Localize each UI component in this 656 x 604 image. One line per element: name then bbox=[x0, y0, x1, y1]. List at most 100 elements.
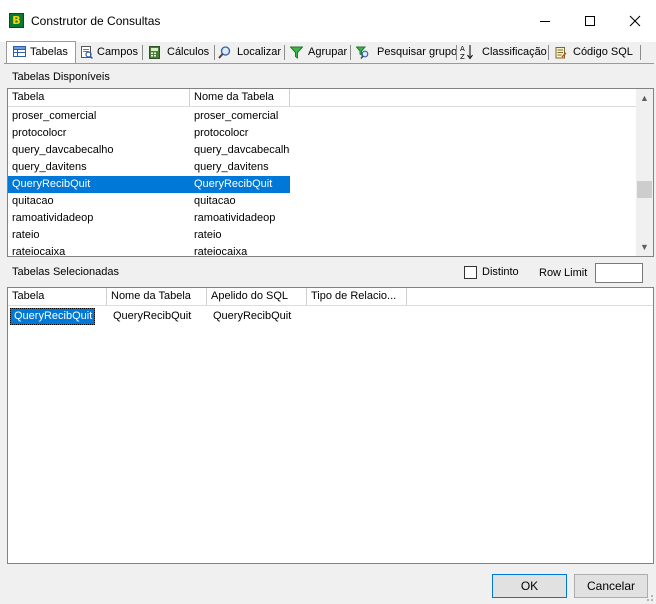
selected-tables-grid[interactable]: Tabela Nome da Tabela Apelido do SQL Tip… bbox=[7, 287, 654, 564]
column-header-tabela[interactable]: Tabela bbox=[8, 89, 190, 106]
scroll-down-icon[interactable]: ▼ bbox=[636, 239, 653, 256]
table-row[interactable]: rateiocaixa rateiocaixa bbox=[8, 244, 637, 257]
tab-campos[interactable]: Campos bbox=[80, 42, 142, 63]
resize-grip-icon[interactable] bbox=[642, 590, 654, 602]
table-icon bbox=[13, 46, 26, 57]
query-builder-window: B Construtor de Consultas Tabelas Campos… bbox=[0, 0, 656, 604]
tab-label: Agrupar bbox=[308, 46, 348, 58]
tab-label: Código SQL bbox=[573, 46, 633, 58]
table-row[interactable]: quitacao quitacao bbox=[8, 193, 637, 210]
cell-tabela: query_davcabecalho bbox=[12, 144, 114, 156]
tab-separator bbox=[548, 45, 549, 60]
tab-separator bbox=[350, 45, 351, 60]
cell-nome-tabela: protocolocr bbox=[194, 127, 249, 139]
tab-pesquisar-grupo[interactable]: Pesquisar grupo bbox=[356, 42, 458, 63]
tab-agrupar[interactable]: Agrupar bbox=[290, 42, 350, 63]
distinct-checkbox[interactable] bbox=[464, 266, 477, 279]
tab-separator bbox=[640, 45, 641, 60]
column-header-nome-tabela[interactable]: Nome da Tabela bbox=[190, 89, 290, 106]
tab-classificacao[interactable]: A Z Classificação bbox=[460, 42, 548, 63]
cell-nome-tabela: query_davitens bbox=[194, 161, 269, 173]
cell-tabela: rateio bbox=[12, 229, 40, 241]
fields-icon bbox=[81, 46, 93, 59]
table-row[interactable]: query_davitens query_davitens bbox=[8, 159, 637, 176]
table-row[interactable]: rateio rateio bbox=[8, 227, 637, 244]
search-group-icon bbox=[356, 46, 369, 59]
scroll-up-icon[interactable]: ▲ bbox=[636, 90, 653, 107]
calculator-icon bbox=[149, 46, 160, 59]
table-row[interactable]: proser_comercial proser_comercial bbox=[8, 108, 637, 125]
cell-nome-tabela: rateio bbox=[194, 229, 222, 241]
tab-calculos[interactable]: Cálculos bbox=[148, 42, 214, 63]
sort-az-icon: A Z bbox=[460, 45, 473, 60]
column-header-tabela[interactable]: Tabela bbox=[8, 288, 107, 305]
cell-apelido-sql: QueryRecibQuit bbox=[213, 310, 292, 322]
distinct-label: Distinto bbox=[482, 266, 519, 278]
ok-button[interactable]: OK bbox=[492, 574, 567, 598]
available-grid-header: Tabela Nome da Tabela bbox=[8, 89, 637, 107]
cell-tipo-relacionamento bbox=[309, 308, 407, 325]
minimize-icon bbox=[540, 21, 550, 22]
cell-tabela: QueryRecibQuit bbox=[10, 308, 96, 325]
cell-nome-tabela: rateiocaixa bbox=[194, 246, 248, 257]
row-limit-label: Row Limit bbox=[539, 267, 588, 279]
cell-tabela: ramoatividadeop bbox=[12, 212, 94, 224]
scroll-thumb[interactable] bbox=[637, 181, 652, 198]
available-tables-label: Tabelas Disponíveis bbox=[12, 71, 110, 83]
window-title: Construtor de Consultas bbox=[31, 14, 161, 28]
column-header-nome-tabela[interactable]: Nome da Tabela bbox=[107, 288, 207, 305]
tab-codigo-sql[interactable]: Código SQL bbox=[554, 42, 636, 63]
tab-separator bbox=[142, 45, 143, 60]
tab-separator bbox=[214, 45, 215, 60]
tab-label: Campos bbox=[97, 46, 138, 58]
available-vertical-scrollbar[interactable]: ▲ ▼ bbox=[636, 89, 653, 256]
funnel-icon bbox=[290, 46, 303, 59]
column-header-tipo-relacionamento[interactable]: Tipo de Relacio... bbox=[307, 288, 407, 305]
cell-nome-tabela: QueryRecibQuit bbox=[113, 310, 192, 322]
app-logo-icon: B bbox=[9, 13, 24, 28]
svg-text:Z: Z bbox=[460, 53, 465, 60]
cell-nome-tabela: ramoatividadeop bbox=[194, 212, 276, 224]
tab-label: Tabelas bbox=[30, 46, 68, 58]
cell-nome-tabela: QueryRecibQuit bbox=[190, 176, 290, 193]
selected-tables-label: Tabelas Selecionadas bbox=[12, 266, 120, 278]
cell-tabela: query_davitens bbox=[12, 161, 87, 173]
cell-tabela: QueryRecibQuit bbox=[8, 176, 190, 193]
cancel-button[interactable]: Cancelar bbox=[574, 574, 648, 598]
cell-nome-tabela: quitacao bbox=[194, 195, 236, 207]
close-button[interactable] bbox=[612, 0, 656, 42]
close-icon bbox=[629, 15, 641, 27]
cell-tabela: quitacao bbox=[12, 195, 54, 207]
table-row[interactable]: QueryRecibQuit QueryRecibQuit QueryRecibQu… bbox=[8, 308, 653, 325]
cell-tabela: proser_comercial bbox=[12, 110, 97, 122]
tab-separator bbox=[456, 45, 457, 60]
table-row[interactable]: query_davcabecalho query_davcabecalho bbox=[8, 142, 637, 159]
sql-script-icon bbox=[555, 47, 567, 59]
cell-tabela: rateiocaixa bbox=[12, 246, 66, 257]
tab-strip: Tabelas Campos Cálculos Localizar Agrupa… bbox=[4, 41, 654, 63]
cell-tabela: protocolocr bbox=[12, 127, 67, 139]
svg-text:A: A bbox=[460, 45, 465, 53]
tab-label: Localizar bbox=[237, 46, 282, 58]
selected-grid-header: Tabela Nome da Tabela Apelido do SQL Tip… bbox=[8, 288, 653, 306]
tab-localizar[interactable]: Localizar bbox=[218, 42, 284, 63]
tab-label: Pesquisar grupo bbox=[377, 46, 458, 58]
table-row[interactable]: protocolocr protocolocr bbox=[8, 125, 637, 142]
magnifier-icon bbox=[218, 46, 231, 59]
title-bar[interactable]: B Construtor de Consultas bbox=[0, 0, 656, 42]
table-row[interactable]: ramoatividadeop ramoatividadeop bbox=[8, 210, 637, 227]
maximize-icon bbox=[585, 16, 595, 26]
tab-tabelas[interactable]: Tabelas bbox=[6, 41, 76, 63]
table-row[interactable]: QueryRecibQuit QueryRecibQuit bbox=[8, 176, 637, 193]
tabelas-panel: Tabelas Disponíveis Tabela Nome da Tabel… bbox=[4, 63, 654, 565]
cell-nome-tabela: query_davcabecalho bbox=[194, 144, 290, 156]
minimize-button[interactable] bbox=[522, 0, 568, 42]
tab-label: Classificação bbox=[482, 46, 547, 58]
tab-separator bbox=[284, 45, 285, 60]
row-limit-input[interactable] bbox=[595, 263, 643, 283]
cell-nome-tabela: proser_comercial bbox=[194, 110, 279, 122]
available-tables-grid[interactable]: Tabela Nome da Tabela proser_comercial pr… bbox=[7, 88, 654, 257]
maximize-button[interactable] bbox=[567, 0, 613, 42]
column-header-apelido-sql[interactable]: Apelido do SQL bbox=[207, 288, 307, 305]
tab-label: Cálculos bbox=[167, 46, 210, 58]
